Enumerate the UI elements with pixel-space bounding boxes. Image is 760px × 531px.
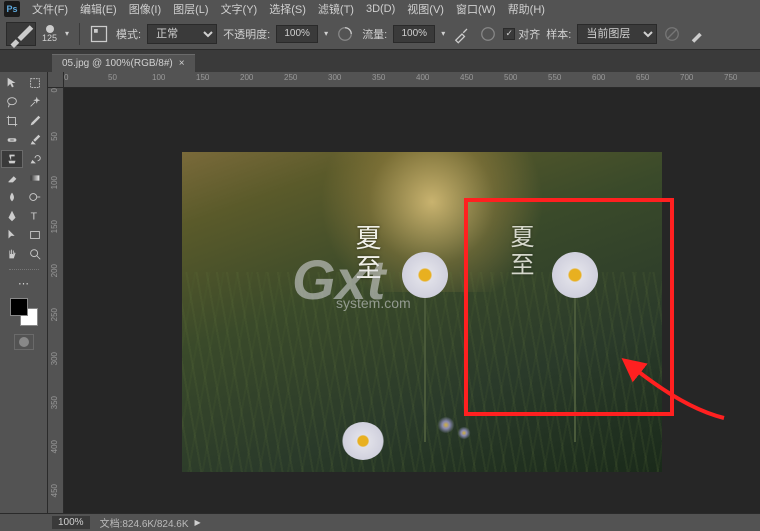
document-tab-bar: 05.jpg @ 100%(RGB/8#) × bbox=[0, 50, 760, 72]
sample-select[interactable]: 当前图层 bbox=[577, 24, 657, 44]
doc-info[interactable]: 文档:824.6K/824.6K bbox=[100, 515, 189, 530]
brush-size-value: 125 bbox=[42, 33, 57, 43]
blur-tool[interactable] bbox=[1, 188, 23, 206]
canvas-area: 0501001502002503003504004505005506006507… bbox=[48, 72, 760, 513]
mode-label: 模式: bbox=[114, 26, 143, 42]
brush-preview[interactable]: 125 bbox=[40, 25, 59, 43]
crop-tool[interactable] bbox=[1, 112, 23, 130]
doc-info-value: 824.6K/824.6K bbox=[122, 519, 188, 530]
status-bar: 100% 文档:824.6K/824.6K ▶ bbox=[0, 513, 760, 531]
color-swatches[interactable] bbox=[10, 298, 38, 326]
aligned-checkbox[interactable]: ✓ 对齐 bbox=[503, 26, 540, 42]
horizontal-ruler[interactable]: 0501001502002503003504004505005506006507… bbox=[64, 72, 760, 88]
eraser-tool[interactable] bbox=[1, 169, 23, 187]
menu-help[interactable]: 帮助(H) bbox=[502, 0, 551, 19]
svg-text:T: T bbox=[31, 211, 38, 223]
dodge-tool[interactable] bbox=[24, 188, 46, 206]
path-select-tool[interactable] bbox=[1, 226, 23, 244]
brush-picker-chevron-icon[interactable]: ▾ bbox=[63, 29, 71, 38]
app-logo-icon: Ps bbox=[4, 1, 20, 17]
tab-close-icon[interactable]: × bbox=[179, 58, 185, 69]
brush-panel-icon[interactable] bbox=[88, 23, 110, 45]
options-bar: 125 ▾ 模式: 正常 不透明度: ▾ 流量: ▾ ✓ 对齐 样本: 当前图层 bbox=[0, 18, 760, 50]
tablet-opacity-icon[interactable] bbox=[334, 23, 356, 45]
workspace: T ⋯ 050100150200250300350400450500550600… bbox=[0, 72, 760, 513]
shape-tool[interactable] bbox=[24, 226, 46, 244]
watermark: Gxt system.com bbox=[292, 247, 385, 312]
menu-type[interactable]: 文字(Y) bbox=[215, 0, 264, 19]
edit-toolbar-icon[interactable]: ⋯ bbox=[13, 274, 35, 292]
aligned-label: 对齐 bbox=[518, 26, 540, 42]
brush-tool[interactable] bbox=[24, 131, 46, 149]
opacity-input[interactable] bbox=[276, 25, 318, 43]
doc-info-label: 文档: bbox=[100, 519, 123, 530]
menu-file[interactable]: 文件(F) bbox=[26, 0, 74, 19]
ignore-adj-icon[interactable] bbox=[661, 23, 683, 45]
menu-3d[interactable]: 3D(D) bbox=[360, 1, 401, 17]
document-tab[interactable]: 05.jpg @ 100%(RGB/8#) × bbox=[52, 54, 195, 72]
pressure-icon[interactable] bbox=[687, 23, 709, 45]
marquee-tool[interactable] bbox=[24, 74, 46, 92]
menu-view[interactable]: 视图(V) bbox=[401, 0, 450, 19]
move-tool[interactable] bbox=[1, 74, 23, 92]
menu-image[interactable]: 图像(I) bbox=[123, 0, 167, 19]
checkbox-checked-icon: ✓ bbox=[503, 28, 515, 40]
healing-brush-tool[interactable] bbox=[1, 131, 23, 149]
gradient-tool[interactable] bbox=[24, 169, 46, 187]
menu-filter[interactable]: 滤镜(T) bbox=[312, 0, 360, 19]
foreground-color-swatch[interactable] bbox=[10, 298, 28, 316]
menu-select[interactable]: 选择(S) bbox=[263, 0, 312, 19]
menu-layer[interactable]: 图层(L) bbox=[167, 0, 214, 19]
clone-stamp-tool[interactable] bbox=[1, 150, 23, 168]
quick-mask-toggle[interactable] bbox=[14, 334, 34, 350]
lasso-tool[interactable] bbox=[1, 93, 23, 111]
pen-tool[interactable] bbox=[1, 207, 23, 225]
flow-input[interactable] bbox=[393, 25, 435, 43]
flow-chevron-icon[interactable]: ▾ bbox=[439, 29, 447, 38]
flow-label: 流量: bbox=[360, 26, 389, 42]
menu-edit[interactable]: 编辑(E) bbox=[74, 0, 123, 19]
zoom-level[interactable]: 100% bbox=[52, 516, 90, 529]
zoom-tool[interactable] bbox=[24, 245, 46, 263]
canvas-viewport[interactable]: 夏至 夏至 Gxt system.com bbox=[64, 88, 760, 513]
menu-window[interactable]: 窗口(W) bbox=[450, 0, 502, 19]
eyedropper-tool[interactable] bbox=[24, 112, 46, 130]
menu-bar: Ps 文件(F) 编辑(E) 图像(I) 图层(L) 文字(Y) 选择(S) 滤… bbox=[0, 0, 760, 18]
magic-wand-tool[interactable] bbox=[24, 93, 46, 111]
tablet-size-icon[interactable] bbox=[477, 23, 499, 45]
opacity-label: 不透明度: bbox=[221, 26, 272, 42]
sample-label: 样本: bbox=[544, 26, 573, 42]
tool-preset-icon[interactable] bbox=[6, 22, 36, 46]
vertical-ruler[interactable]: 050100150200250300350400450500 bbox=[48, 88, 64, 513]
airbrush-icon[interactable] bbox=[451, 23, 473, 45]
history-brush-tool[interactable] bbox=[24, 150, 46, 168]
ruler-origin[interactable] bbox=[48, 72, 64, 88]
annotation-arrow bbox=[614, 358, 734, 431]
tools-panel: T ⋯ bbox=[0, 72, 48, 513]
doc-info-chevron-icon[interactable]: ▶ bbox=[195, 518, 201, 527]
opacity-chevron-icon[interactable]: ▾ bbox=[322, 29, 330, 38]
blend-mode-select[interactable]: 正常 bbox=[147, 24, 217, 44]
hand-tool[interactable] bbox=[1, 245, 23, 263]
watermark-small: system.com bbox=[336, 295, 411, 311]
type-tool[interactable]: T bbox=[24, 207, 46, 225]
tab-title: 05.jpg @ 100%(RGB/8#) bbox=[62, 58, 173, 69]
